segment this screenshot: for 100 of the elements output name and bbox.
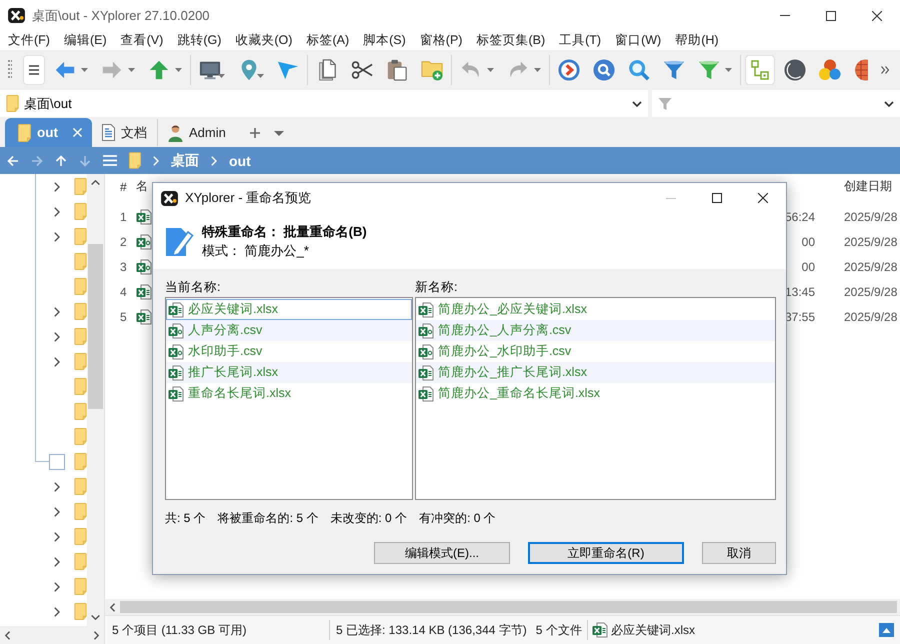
folder-icon[interactable] (74, 253, 88, 270)
folder-icon[interactable] (74, 528, 88, 545)
menu-item[interactable]: 查看(V) (114, 32, 170, 49)
menu-item[interactable]: 工具(T) (552, 32, 608, 49)
folder-icon[interactable] (74, 228, 88, 245)
scrollbar-thumb[interactable] (120, 601, 897, 613)
current-names-list[interactable]: 必应关键词.xlsx 人声分离.csv 水印助手.csv 推广长尾词.xlsx 重命名长尾词.xlsx (165, 297, 413, 500)
dialog-title: XYplorer - 重命名预览 (185, 189, 312, 207)
folder-icon[interactable] (74, 553, 88, 570)
caret-up-icon[interactable] (879, 623, 894, 637)
rename-button[interactable]: 立即重命名(R) (528, 542, 684, 564)
vertical-scrollbar[interactable] (87, 174, 104, 626)
caret-left-icon[interactable] (110, 602, 115, 612)
menu-item[interactable]: 窗格(P) (412, 32, 470, 49)
folder-icon[interactable] (74, 403, 88, 420)
tree-button[interactable] (745, 54, 775, 84)
folder-icon[interactable] (74, 428, 88, 445)
new-names-list[interactable]: 简鹿办公_必应关键词.xlsx 简鹿办公_人声分离.csv 简鹿办公_水印助手.csv 简鹿办公_推广长尾词.xlsx 简鹿办公_重命名长尾词.xlsx (415, 297, 776, 500)
plus-icon[interactable] (250, 128, 260, 138)
chevron-right-icon[interactable] (54, 506, 60, 516)
spreadsheet-icon (168, 322, 184, 338)
square-outline-icon[interactable] (49, 454, 66, 470)
folder-icon[interactable] (74, 353, 88, 370)
folder-icon[interactable] (74, 278, 88, 295)
tab[interactable]: out (5, 118, 92, 147)
tab[interactable]: 文档 (92, 119, 157, 146)
file-item[interactable]: 人声分离.csv (166, 320, 412, 341)
menu-item[interactable]: 脚本(S) (356, 32, 413, 49)
file-item[interactable]: 必应关键词.xlsx (166, 299, 412, 320)
folder-icon[interactable] (129, 152, 141, 169)
horizontal-scrollbar[interactable] (0, 626, 104, 644)
menu-item[interactable]: 编辑(E) (56, 32, 114, 49)
folder-icon[interactable] (74, 303, 88, 320)
spreadsheet-icon (168, 386, 184, 402)
chevron-right-icon[interactable] (54, 356, 60, 366)
menu-item[interactable]: 标签页集(B) (469, 32, 552, 49)
file-item[interactable]: 水印助手.csv (166, 341, 412, 362)
spreadsheet-icon (418, 302, 434, 318)
spreadsheet-icon (136, 284, 152, 300)
menu-item[interactable]: 窗口(W) (608, 32, 668, 49)
chevron-down-icon[interactable] (884, 100, 894, 106)
arrow-up-icon[interactable] (55, 154, 67, 166)
folder-icon[interactable] (74, 453, 88, 470)
folder-icon[interactable] (74, 503, 88, 520)
grip-icon[interactable] (8, 60, 12, 80)
folder-icon[interactable] (74, 578, 88, 595)
maximize-icon[interactable] (712, 193, 722, 203)
folder-icon[interactable] (74, 203, 88, 220)
file-item[interactable]: 简鹿办公_水印助手.csv (416, 341, 775, 362)
file-item[interactable]: 简鹿办公_推广长尾词.xlsx (416, 362, 775, 383)
column-header[interactable]: 名 (136, 178, 152, 195)
file-item[interactable]: 简鹿办公_人声分离.csv (416, 320, 775, 341)
address-field[interactable]: 桌面\out (0, 90, 648, 117)
file-item[interactable]: 重命名长尾词.xlsx (166, 383, 412, 404)
chevron-right-icon[interactable] (54, 582, 60, 592)
chevron-right-icon[interactable] (54, 206, 60, 216)
menu-icon (29, 64, 39, 74)
caret-down-icon[interactable] (274, 130, 284, 136)
filter-field[interactable] (652, 90, 900, 117)
row-number: 1 (120, 210, 127, 224)
file-item[interactable]: 简鹿办公_必应关键词.xlsx (416, 299, 775, 320)
chevron-right-icon[interactable] (54, 332, 60, 342)
chevron-right-icon[interactable] (54, 532, 60, 542)
summary-text: 将被重命名的: 5 个 (218, 510, 318, 526)
chevron-down-icon[interactable] (632, 100, 642, 106)
edit-mode-button[interactable]: 编辑模式(E)... (374, 542, 510, 564)
caret-left-icon[interactable] (5, 630, 10, 640)
folder-icon[interactable] (74, 378, 88, 395)
close-icon[interactable] (758, 193, 768, 203)
caret-down-icon[interactable] (91, 615, 100, 620)
column-header[interactable]: # (120, 180, 127, 194)
caret-right-icon[interactable] (94, 630, 99, 640)
chevron-right-icon[interactable] (54, 232, 60, 242)
scrollbar-thumb[interactable] (88, 244, 104, 409)
chevron-right-icon[interactable] (54, 306, 60, 316)
folder-icon[interactable] (74, 478, 88, 495)
file-item[interactable]: 推广长尾词.xlsx (166, 362, 412, 383)
menu-item[interactable]: 帮助(H) (668, 32, 726, 49)
chevron-right-icon[interactable] (54, 556, 60, 566)
chevron-right-icon[interactable] (54, 482, 60, 492)
menu-item[interactable]: 标签(A) (299, 32, 356, 49)
chevron-right-icon[interactable] (54, 182, 60, 192)
menu-item[interactable]: 收藏夹(O) (228, 32, 300, 49)
menu-item[interactable]: 跳转(G) (170, 32, 228, 49)
column-header[interactable]: 创建日期 (844, 178, 892, 195)
person-icon (168, 124, 183, 142)
maximize-icon[interactable] (826, 10, 836, 20)
file-item[interactable]: 简鹿办公_重命名长尾词.xlsx (416, 383, 775, 404)
menu-button[interactable] (23, 54, 45, 84)
menu-item[interactable]: 文件(F) (1, 32, 57, 49)
close-icon[interactable] (872, 10, 882, 20)
chevron-right-icon[interactable] (54, 606, 60, 616)
horizontal-scrollbar[interactable] (105, 599, 900, 615)
arrow-left-icon[interactable] (7, 154, 19, 166)
menu-icon[interactable] (103, 155, 117, 166)
cancel-button[interactable]: 取消 (702, 542, 776, 564)
folder-icon[interactable] (74, 328, 88, 345)
status-text: 5 已选择: 133.14 KB (136,344 字节) (336, 622, 527, 638)
caret-up-icon[interactable] (91, 180, 100, 185)
tab[interactable]: Admin (157, 119, 236, 146)
